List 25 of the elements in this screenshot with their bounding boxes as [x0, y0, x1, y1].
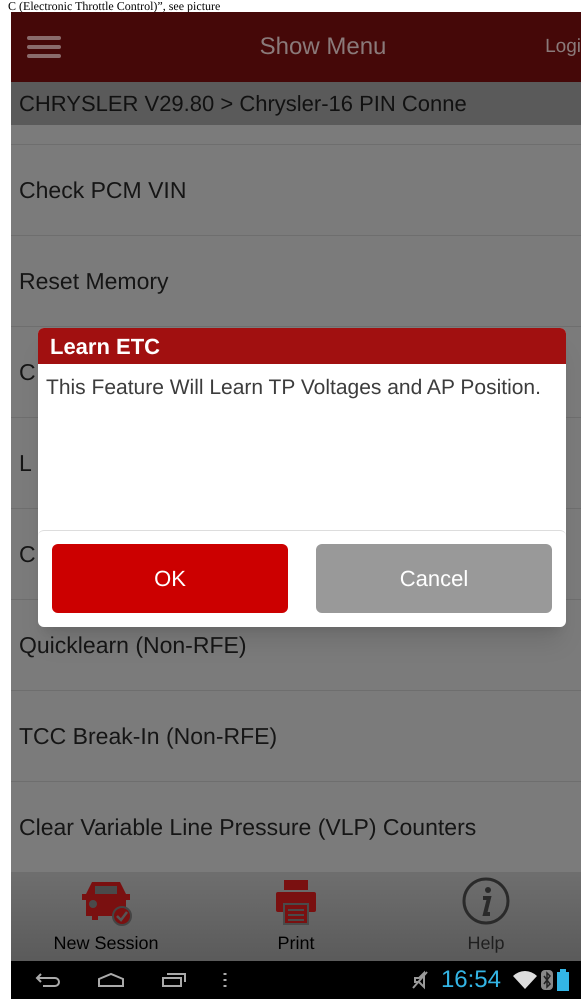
clock: 16:54 — [440, 965, 501, 995]
mute-icon — [410, 970, 429, 990]
menu-item[interactable]: TCC Break-In (Non-RFE) — [11, 691, 581, 782]
home-icon[interactable] — [97, 972, 125, 988]
wifi-icon — [513, 971, 537, 989]
dialog-message: This Feature Will Learn TP Voltages and AP Position. — [45, 375, 542, 401]
menu-item[interactable]: Reset Memory — [11, 236, 581, 327]
ok-button[interactable]: OK — [52, 544, 288, 613]
info-icon — [461, 876, 511, 926]
menu-icon[interactable] — [27, 35, 61, 59]
bluetooth-icon — [541, 970, 553, 990]
printer-icon — [274, 878, 318, 926]
document-text: C (Electronic Throttle Control)”, see picture — [7, 0, 222, 12]
recent-apps-icon[interactable] — [161, 972, 187, 988]
more-icon[interactable] — [223, 972, 227, 988]
header-title: Show Menu — [258, 32, 388, 62]
login-link[interactable]: Logi — [545, 32, 581, 62]
bottom-tab[interactable]: New Session — [11, 873, 201, 961]
battery-icon — [557, 969, 569, 991]
menu-item[interactable]: Check PCM VIN — [11, 145, 581, 236]
bottom-tab[interactable]: Print — [201, 873, 391, 961]
cancel-button[interactable]: Cancel — [316, 544, 552, 613]
breadcrumb: CHRYSLER V29.80 > Chrysler-16 PIN Conne — [19, 90, 467, 118]
dialog-title: Learn ETC — [38, 328, 566, 364]
back-icon[interactable] — [35, 972, 61, 988]
